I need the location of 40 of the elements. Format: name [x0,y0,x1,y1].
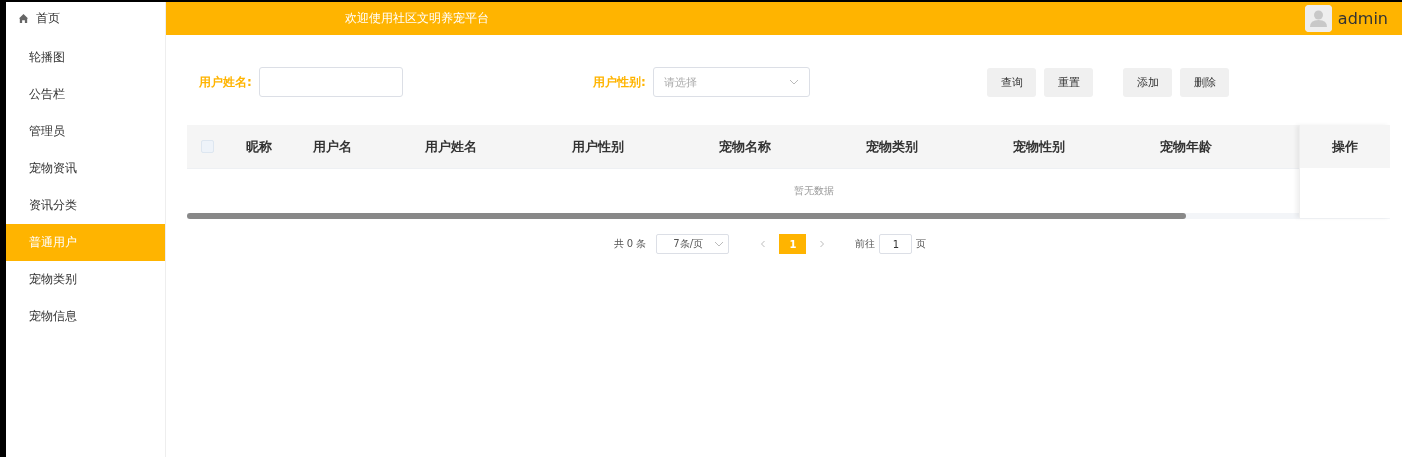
sidebar-item[interactable]: 公告栏 [6,76,165,113]
sidebar-item[interactable]: 宠物类别 [6,261,165,298]
field-label: 用户性别: [593,73,646,91]
field-label: 用户姓名: [199,73,252,91]
column-header: 宠物年龄 [1160,137,1213,156]
page-size-select[interactable]: 7条/页 [656,234,730,254]
jump-label: 前往 [855,237,876,251]
toolbar-button[interactable]: 删除 [1180,67,1229,97]
caret-icon [714,241,725,247]
sidebar-item[interactable]: 管理员 [6,113,165,150]
column-header: 宠物类别 [866,137,919,156]
column-header: 用户姓名 [425,137,478,156]
next-page-icon[interactable] [818,240,827,248]
column-header: 宠物性别 [1013,137,1066,156]
sidebar-item[interactable]: 轮播图 [6,39,165,76]
column-header: 宠物名称 [719,137,772,156]
checkbox[interactable] [201,140,214,153]
previous-page-icon[interactable] [759,240,768,248]
total-count: 共 0 条 [613,237,647,251]
header-title: 欢迎使用社区文明养宠平台 [345,10,489,27]
scrollbar-thumb[interactable] [187,213,1186,219]
toolbar-button[interactable]: 添加 [1123,67,1172,97]
sidebar-item[interactable]: 首页 [6,2,165,34]
caret-icon [788,79,799,85]
column-header: 操作 [1300,125,1390,168]
input-field[interactable] [258,67,403,97]
user-name[interactable]: admin [1337,9,1388,28]
column-header: 昵称 [246,137,273,156]
avatar-icon [1304,5,1332,32]
sidebar-item[interactable]: 资讯分类 [6,187,165,224]
sidebar-item[interactable]: 宠物信息 [6,298,165,335]
page-input[interactable]: 1 [879,234,913,254]
column-header: 用户名 [313,137,353,156]
toolbar-button[interactable]: 重置 [1044,67,1093,97]
page-suffix: 页 [916,237,927,251]
sidebar-item[interactable]: 宠物资讯 [6,150,165,187]
toolbar-button[interactable]: 查询 [987,67,1036,97]
empty-message: 暂无数据 [792,184,834,198]
home-icon [18,12,29,24]
column-header: 用户性别 [572,137,625,156]
